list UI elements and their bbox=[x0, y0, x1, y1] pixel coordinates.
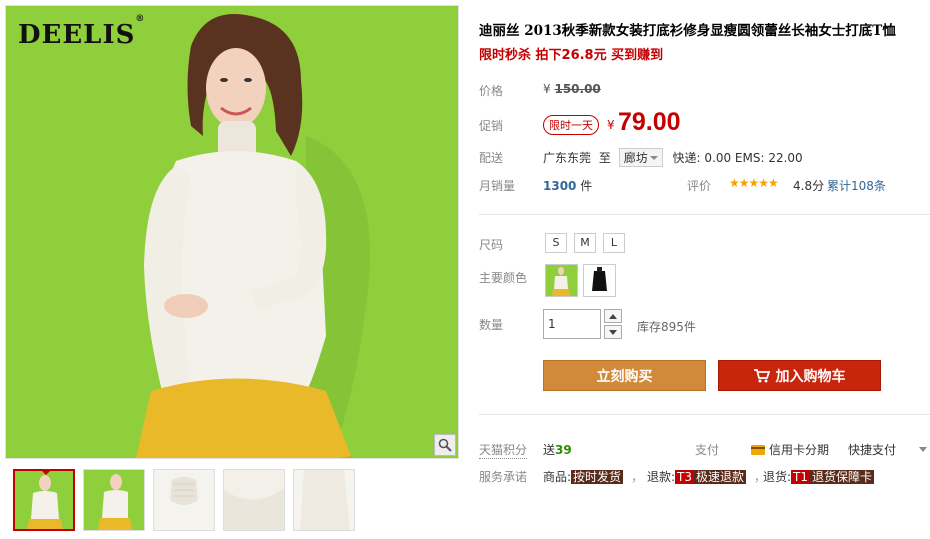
rating-label: 评价 bbox=[687, 179, 712, 193]
ship-from: 广东东莞 bbox=[543, 151, 592, 165]
quick-pay[interactable]: 快捷支付 bbox=[848, 441, 896, 458]
payment-label: 支付 bbox=[695, 443, 720, 457]
quantity-down-button[interactable] bbox=[604, 325, 622, 339]
shipping-fee: 快递: 0.00 EMS: 22.00 bbox=[672, 151, 803, 165]
zoom-icon[interactable] bbox=[434, 434, 456, 456]
destination-city-select[interactable]: 廊坊 bbox=[618, 148, 663, 167]
thumbnail-collar-detail[interactable] bbox=[153, 469, 215, 531]
promo-tag: 限时一天 bbox=[543, 115, 599, 135]
size-option-l[interactable]: L bbox=[603, 233, 625, 253]
quantity-input[interactable]: 1 bbox=[543, 309, 601, 339]
reviews-link[interactable]: 累计108条 bbox=[827, 177, 886, 194]
shipping-info: 广东东莞 至 廊坊 快递: 0.00 EMS: 22.00 bbox=[543, 148, 803, 167]
return-guarantee-tag[interactable]: 退货保障卡 bbox=[810, 470, 875, 484]
buy-now-button[interactable]: 立刻购买 bbox=[543, 360, 706, 391]
promo-price: 79.00 bbox=[618, 108, 681, 136]
service-label: 服务承诺 bbox=[479, 470, 528, 484]
thumbnail-hem-detail[interactable] bbox=[293, 469, 355, 531]
promo-currency: ¥ bbox=[607, 118, 615, 132]
tmall-points-label[interactable]: 天猫积分 bbox=[479, 441, 528, 459]
service-goods: 商品: 按时发货， bbox=[543, 470, 644, 484]
promo-label: 促销 bbox=[479, 119, 504, 133]
chevron-up-icon bbox=[609, 313, 617, 319]
credit-card-icon bbox=[751, 444, 765, 455]
product-title: 迪丽丝 2013秋季新款女装打底衫修身显瘦圆领蕾丝长袖女士打底T恤 bbox=[479, 23, 896, 39]
color-option-white[interactable] bbox=[545, 264, 578, 297]
original-price: ¥ 150.00 bbox=[543, 82, 601, 96]
thumbnail-strip bbox=[5, 463, 459, 539]
return-code-badge: T1 bbox=[791, 470, 811, 484]
brand-logo: DEELIS® bbox=[18, 14, 146, 50]
main-product-image[interactable]: DEELIS® bbox=[5, 5, 459, 459]
active-arrow-icon bbox=[41, 471, 51, 475]
service-refund: 退款: T3 极速退款， bbox=[647, 470, 767, 484]
points-value: 送39 bbox=[543, 443, 572, 457]
add-to-cart-label: 加入购物车 bbox=[775, 368, 846, 385]
add-to-cart-button[interactable]: 加入购物车 bbox=[718, 360, 881, 391]
size-option-s[interactable]: S bbox=[545, 233, 567, 253]
color-label: 主要颜色 bbox=[479, 271, 528, 285]
ship-on-time-tag[interactable]: 按时发货 bbox=[571, 470, 624, 484]
model-photo bbox=[6, 6, 458, 458]
color-option-black[interactable] bbox=[583, 264, 616, 297]
divider bbox=[479, 414, 930, 415]
chevron-down-icon bbox=[609, 329, 617, 335]
service-return: 退货: T1 退货保障卡 bbox=[763, 470, 875, 484]
stock-count: 库存895件 bbox=[637, 320, 696, 334]
quantity-label: 数量 bbox=[479, 318, 504, 332]
shipping-label: 配送 bbox=[479, 151, 504, 165]
chevron-down-icon[interactable] bbox=[919, 447, 927, 452]
quantity-up-button[interactable] bbox=[604, 309, 622, 323]
divider bbox=[479, 214, 930, 215]
price-label: 价格 bbox=[479, 84, 504, 98]
size-label: 尺码 bbox=[479, 238, 504, 252]
sales-label: 月销量 bbox=[479, 179, 516, 193]
credit-card-installment[interactable]: 信用卡分期 bbox=[751, 441, 829, 458]
size-option-m[interactable]: M bbox=[574, 233, 596, 253]
product-subtitle: 限时秒杀 拍下26.8元 买到赚到 bbox=[479, 48, 664, 63]
thumbnail-fabric-detail[interactable] bbox=[223, 469, 285, 531]
rating-stars-icon: ★★★★★ bbox=[729, 176, 779, 190]
monthly-sales: 1300 件 bbox=[543, 179, 593, 193]
cart-icon bbox=[753, 368, 770, 382]
product-info-panel: 迪丽丝 2013秋季新款女装打底衫修身显瘦圆领蕾丝长袖女士打底T恤 限时秒杀 拍… bbox=[479, 0, 930, 539]
rating-score: 4.8分 bbox=[793, 179, 825, 193]
thumbnail-model-side[interactable] bbox=[83, 469, 145, 531]
refund-code-badge: T3 bbox=[675, 470, 695, 484]
fast-refund-tag[interactable]: 极速退款 bbox=[694, 470, 747, 484]
thumbnail-model-front[interactable] bbox=[13, 469, 75, 531]
